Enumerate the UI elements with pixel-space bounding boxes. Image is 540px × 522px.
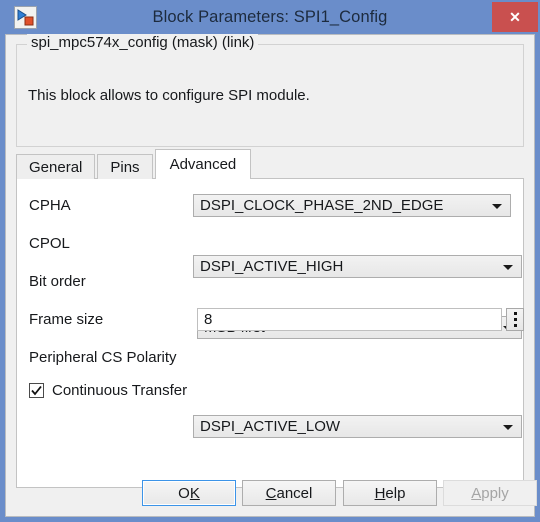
- simulink-block-icon: [14, 6, 37, 29]
- apply-post: pply: [481, 484, 509, 502]
- cpol-label-row: CPOL: [29, 232, 70, 255]
- chevron-down-icon: [492, 203, 502, 209]
- window-title: Block Parameters: SPI1_Config: [152, 8, 388, 26]
- frame-size-label-row: Frame size: [29, 308, 103, 331]
- cancel-button[interactable]: Cancel: [242, 480, 336, 506]
- ok-button[interactable]: OK: [142, 480, 236, 506]
- frame-size-label: Frame size: [29, 311, 104, 328]
- apply-mnemonic: A: [471, 484, 482, 502]
- ok-pre: O: [178, 484, 190, 502]
- frame-size-more-button[interactable]: [506, 308, 524, 331]
- continuous-transfer-row[interactable]: Continuous Transfer: [29, 382, 187, 399]
- peripheral-cs-polarity-label: Peripheral CS Polarity: [29, 349, 177, 366]
- cpha-label-row: CPHA: [29, 194, 71, 217]
- peripheral-cs-polarity-combobox[interactable]: DSPI_ACTIVE_LOW: [193, 415, 522, 438]
- dialog-button-bar: OK Cancel Help Apply: [6, 480, 537, 506]
- chevron-down-icon: [503, 264, 513, 270]
- tab-headers: General Pins Advanced: [16, 149, 253, 179]
- tab-advanced[interactable]: Advanced: [154, 149, 252, 179]
- block-parameters-dialog: Block Parameters: SPI1_Config ✕ spi_mpc5…: [0, 0, 540, 522]
- continuous-transfer-label: Continuous Transfer: [52, 382, 188, 399]
- ok-mnemonic: K: [189, 484, 200, 502]
- dot-icon: [513, 324, 517, 327]
- tab-pins[interactable]: Pins: [97, 154, 153, 179]
- dot-icon: [513, 318, 517, 321]
- mask-name-label: spi_mpc574x_config (mask) (link): [27, 34, 259, 51]
- title-bar[interactable]: Block Parameters: SPI1_Config ✕: [1, 1, 539, 34]
- dialog-body: spi_mpc574x_config (mask) (link) This bl…: [5, 34, 537, 517]
- close-icon[interactable]: ✕: [492, 2, 538, 32]
- cpha-value: DSPI_CLOCK_PHASE_2ND_EDGE: [200, 197, 444, 214]
- help-post: elp: [385, 484, 406, 502]
- cancel-post: ancel: [276, 484, 313, 502]
- dot-icon: [513, 312, 517, 315]
- mask-description-text: This block allows to configure SPI modul…: [28, 87, 310, 104]
- frame-size-value: 8: [204, 311, 213, 328]
- bit-order-label: Bit order: [29, 273, 86, 290]
- chevron-down-icon: [503, 424, 513, 430]
- tab-general[interactable]: General: [16, 154, 96, 179]
- tab-strip: General Pins Advanced CPHA DSPI_CLOCK_PH…: [16, 149, 524, 488]
- cpol-label: CPOL: [29, 235, 70, 252]
- cancel-mnemonic: C: [265, 484, 277, 502]
- apply-button: Apply: [443, 480, 537, 506]
- peripheral-cs-polarity-value: DSPI_ACTIVE_LOW: [200, 418, 341, 435]
- check-icon: [31, 385, 42, 396]
- cpha-label: CPHA: [29, 197, 71, 214]
- mask-description-groupbox: spi_mpc574x_config (mask) (link) This bl…: [16, 34, 524, 147]
- help-button[interactable]: Help: [343, 480, 437, 506]
- peripheral-cs-polarity-label-row: Peripheral CS Polarity: [29, 346, 177, 369]
- continuous-transfer-checkbox[interactable]: [29, 383, 44, 398]
- tab-panel-advanced: CPHA DSPI_CLOCK_PHASE_2ND_EDGE CPOL DSPI…: [16, 178, 524, 488]
- cpol-value: DSPI_ACTIVE_HIGH: [200, 258, 344, 275]
- frame-size-input[interactable]: 8: [197, 308, 502, 331]
- cpol-combobox[interactable]: DSPI_ACTIVE_HIGH: [193, 255, 522, 278]
- bit-order-label-row: Bit order: [29, 270, 86, 293]
- help-mnemonic: H: [374, 484, 386, 502]
- cpha-combobox[interactable]: DSPI_CLOCK_PHASE_2ND_EDGE: [193, 194, 511, 217]
